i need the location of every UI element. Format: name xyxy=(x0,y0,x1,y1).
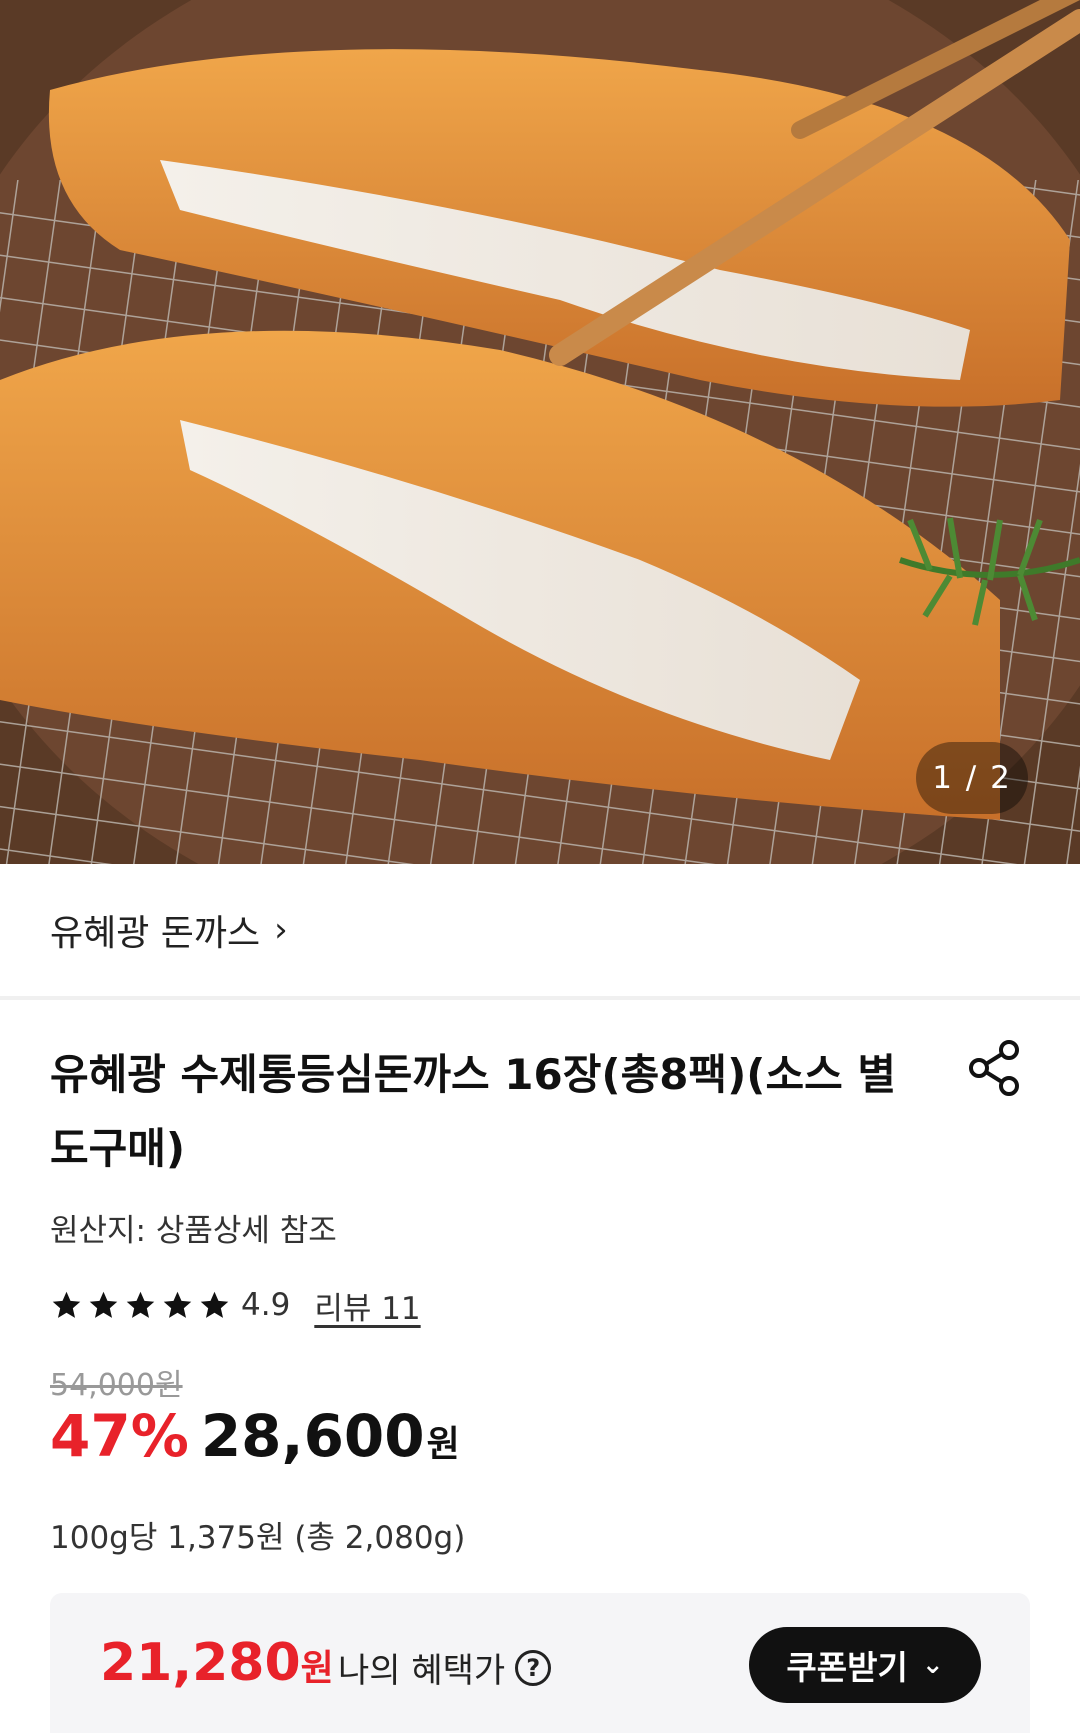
benefit-currency: 원 xyxy=(300,1648,334,1689)
currency-unit: 원 xyxy=(426,1424,460,1465)
star-icon xyxy=(163,1291,192,1318)
origin-info: 원산지: 상품상세 참조 xyxy=(50,1213,337,1249)
rating-score: 4.9 xyxy=(241,1287,291,1323)
price-row: 47% 28,600 원 xyxy=(50,1402,460,1470)
product-title: 유혜광 수제통등심돈까스 16장(총8팩)(소스 별도구매) xyxy=(50,1050,897,1173)
unit-price: 100g당 1,375원 (총 2,080g) xyxy=(50,1520,466,1556)
tonkatsu-photo xyxy=(0,0,1080,864)
share-icon[interactable] xyxy=(965,1038,1025,1098)
chevron-right-icon: › xyxy=(274,910,288,950)
discount-rate: 47% xyxy=(50,1402,189,1470)
section-divider xyxy=(0,996,1080,1000)
product-image[interactable]: 1 / 2 xyxy=(0,0,1080,864)
benefit-label-text: 나의 혜택가 xyxy=(338,1651,506,1691)
benefit-label: 나의 혜택가 ? xyxy=(338,1643,552,1692)
star-icon xyxy=(52,1291,81,1318)
coupon-button[interactable]: 쿠폰받기 ⌄ xyxy=(749,1627,981,1703)
sale-price: 28,600 xyxy=(200,1402,425,1470)
star-icon xyxy=(200,1291,229,1318)
rating-row: 4.9 리뷰 11 xyxy=(50,1283,421,1327)
star-rating xyxy=(50,1289,231,1322)
brand-name: 유혜광 돈까스 xyxy=(50,913,261,954)
coupon-button-label: 쿠폰받기 xyxy=(786,1648,908,1687)
original-price: 54,000원 xyxy=(50,1368,183,1403)
benefit-price-value: 21,280 xyxy=(100,1633,301,1693)
benefit-price-box: 21,280원 나의 혜택가 ? 쿠폰받기 ⌄ xyxy=(50,1593,1030,1733)
benefit-price: 21,280원 xyxy=(100,1633,334,1693)
star-icon xyxy=(126,1291,155,1318)
chevron-down-icon: ⌄ xyxy=(921,1650,944,1680)
star-icon xyxy=(89,1291,118,1318)
image-pager: 1 / 2 xyxy=(916,742,1028,814)
reviews-link[interactable]: 리뷰 11 xyxy=(314,1283,420,1328)
brand-link[interactable]: 유혜광 돈까스 › xyxy=(0,864,1080,996)
help-icon[interactable]: ? xyxy=(515,1649,552,1686)
